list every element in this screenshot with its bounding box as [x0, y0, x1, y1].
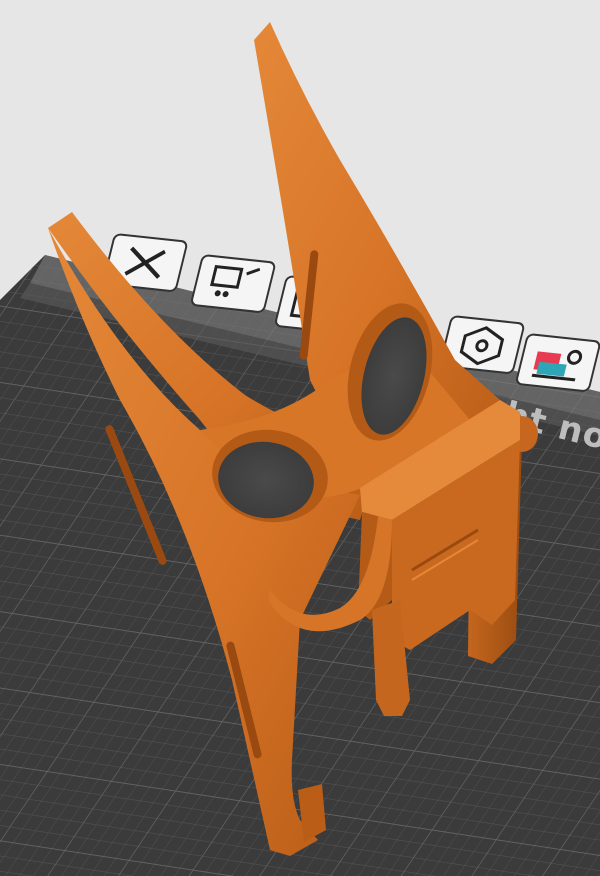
3d-viewport[interactable]: ght no	[0, 0, 600, 876]
scene-canvas[interactable]: ght no	[0, 0, 600, 876]
arrange-button[interactable]	[191, 254, 276, 313]
paint-button[interactable]	[516, 333, 600, 392]
